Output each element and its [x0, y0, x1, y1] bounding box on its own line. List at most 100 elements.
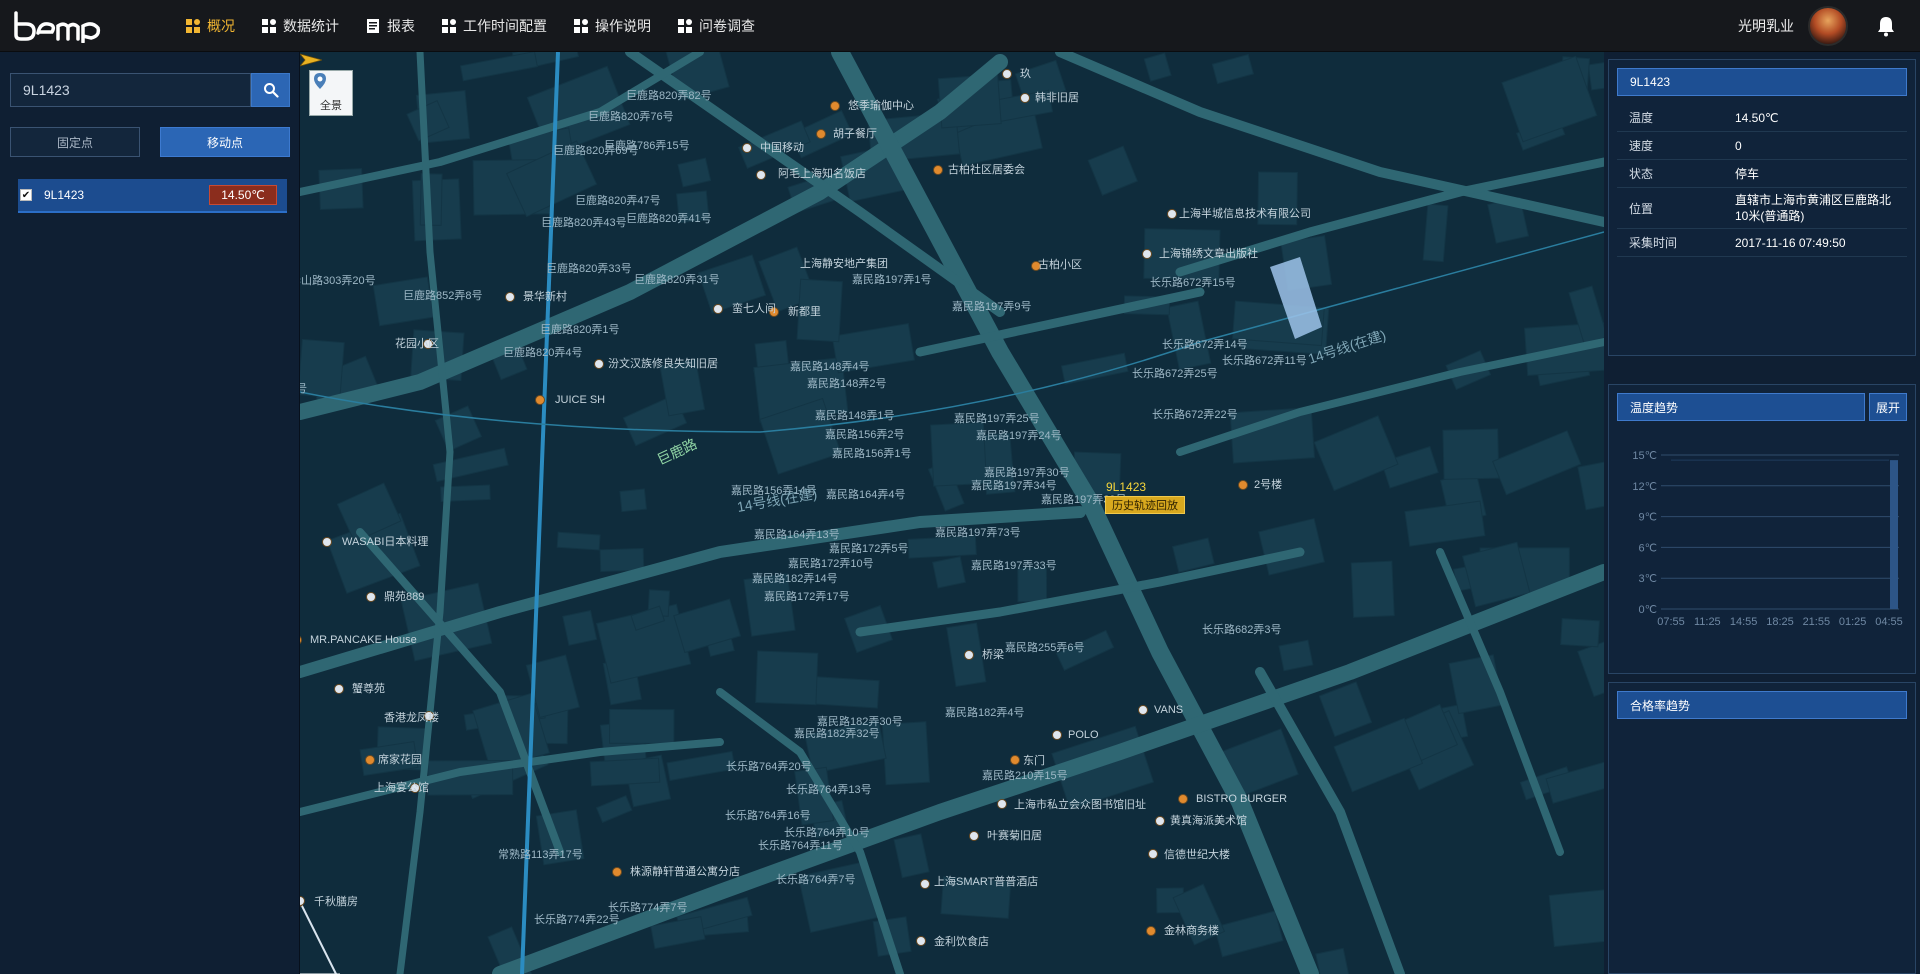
info-value: 停车 [1735, 166, 1760, 181]
map-address-label: 嘉民路156弄2号 [825, 427, 904, 441]
nav-worktime-config[interactable]: 工作时间配置 [428, 0, 560, 52]
poi-label: 玖 [1020, 67, 1031, 80]
map-address-label: 嘉民路210弄15号 [982, 768, 1068, 782]
bemp-logo[interactable] [0, 0, 160, 52]
info-value: 2017-11-16 07:49:50 [1735, 235, 1846, 250]
poi-marker-icon[interactable] [300, 896, 305, 906]
poi-label: 汾文汉族修良失知旧居 [608, 356, 718, 370]
trend-title: 温度趋势 [1617, 393, 1865, 421]
map-address-label: 嘉民路182弄4号 [945, 705, 1024, 719]
poi-marker-icon[interactable] [612, 867, 622, 877]
chart-x-tick-label: 21:55 [1803, 616, 1831, 628]
poi-label: 叶赛菊旧居 [987, 828, 1042, 842]
poi-marker-icon[interactable] [1148, 849, 1158, 859]
poi-marker-icon[interactable] [969, 831, 979, 841]
map-address-label: 嘉民路255弄6号 [1005, 640, 1084, 654]
chart-y-tick-label: 12℃ [1632, 481, 1657, 493]
poi-marker-icon[interactable] [964, 650, 974, 660]
poi-marker-icon[interactable] [830, 101, 840, 111]
vehicle-temp-badge: 14.50℃ [209, 185, 277, 205]
building-block [1350, 560, 1395, 618]
vehicle-arrow-icon[interactable] [300, 52, 322, 68]
vehicle-checkbox[interactable]: ✔ [20, 189, 32, 201]
map-address-label: 巨鹿路820弄33号 [546, 261, 632, 275]
map-address-label: 长乐路682弄3号 [1202, 623, 1281, 636]
poi-marker-icon[interactable] [1142, 249, 1152, 259]
tab-fixed-point[interactable]: 固定点 [10, 127, 140, 157]
vehicle-marker-label: 9L1423 [1106, 480, 1147, 494]
poi-label: 席家花园 [378, 752, 422, 766]
chart-current-bar [1890, 460, 1898, 609]
poi-marker-icon[interactable] [1010, 755, 1020, 765]
map-address-label: 长乐路672弄11号 [1222, 354, 1307, 367]
grid-icon [441, 18, 457, 34]
tab-moving-point[interactable]: 移动点 [160, 127, 290, 157]
map-canvas[interactable]: 巨鹿路820弄82号巨鹿路820弄76号巨鹿路820弄69号巨鹿路786弄15号… [300, 52, 1604, 974]
panorama-button[interactable]: 全景 [309, 70, 353, 116]
poi-label: 中国移动 [760, 141, 804, 154]
poi-marker-icon[interactable] [322, 537, 332, 547]
map-address-label: 嘉民路197弄33号 [971, 558, 1057, 572]
poi-marker-icon[interactable] [997, 799, 1007, 809]
avatar[interactable] [1808, 6, 1848, 46]
map-address-label: 巨鹿路852弄8号 [403, 288, 482, 302]
expand-button[interactable]: 展开 [1869, 393, 1907, 421]
nav-statistics[interactable]: 数据统计 [248, 0, 352, 52]
map-address-label: 巨鹿路820弄1号 [540, 322, 619, 336]
chart-x-tick-label: 04:55 [1875, 616, 1903, 628]
chart-x-tick-label: 18:25 [1766, 616, 1794, 628]
poi-marker-icon[interactable] [1002, 69, 1012, 79]
poi-marker-icon[interactable] [742, 143, 752, 153]
vehicle-name: 9L1423 [44, 188, 85, 202]
poi-marker-icon[interactable] [713, 304, 723, 314]
search-button[interactable] [251, 73, 290, 107]
vehicle-list-item[interactable]: ✔ 9L1423 14.50℃ [18, 179, 287, 213]
search-input[interactable] [10, 73, 251, 107]
poi-marker-icon[interactable] [1167, 209, 1177, 219]
poi-marker-icon[interactable] [594, 359, 604, 369]
poi-marker-icon[interactable] [933, 165, 943, 175]
map-address-label: 长乐路672弄22号 [1152, 408, 1238, 421]
poi-marker-icon[interactable] [1138, 705, 1148, 715]
info-value: 14.50℃ [1735, 110, 1779, 125]
map-address-label: 长乐路764弄11号 [758, 839, 843, 852]
building-block [556, 531, 601, 551]
poi-marker-icon[interactable] [756, 170, 766, 180]
poi-marker-icon[interactable] [334, 684, 344, 694]
poi-marker-icon[interactable] [1146, 926, 1156, 936]
poi-marker-icon[interactable] [1052, 730, 1062, 740]
poi-marker-icon[interactable] [365, 755, 375, 765]
map-address-label: 嘉民路148弄4号 [790, 359, 869, 373]
info-row-collect-time: 采集时间 2017-11-16 07:49:50 [1617, 229, 1907, 257]
point-type-tabs: 固定点 移动点 [10, 127, 290, 157]
nav-report[interactable]: 报表 [352, 0, 428, 52]
info-key: 状态 [1629, 167, 1654, 181]
panorama-label: 全景 [320, 100, 342, 112]
poi-marker-icon[interactable] [366, 592, 376, 602]
nav-instructions-label: 操作说明 [595, 17, 651, 34]
poi-marker-icon[interactable] [1020, 93, 1030, 103]
map-address-label: 长乐路672弄14号 [1162, 338, 1248, 351]
chart-x-tick-label: 01:25 [1839, 616, 1867, 628]
map-view[interactable]: 巨鹿路820弄82号 巨鹿路820弄76号 巨鹿路820弄69号 巨鹿路786弄15号… [300, 52, 1604, 974]
map-address-label: 嘉民路197弄34号 [971, 478, 1057, 492]
poi-marker-icon[interactable] [505, 292, 515, 302]
poi-marker-icon[interactable] [1238, 480, 1248, 490]
nav-instructions[interactable]: 操作说明 [560, 0, 664, 52]
building-block [881, 721, 931, 786]
building-block [1442, 428, 1500, 480]
nav-overview[interactable]: 概况 [172, 0, 248, 52]
map-address-label: 嘉民路182弄14号 [752, 571, 838, 585]
poi-marker-icon[interactable] [816, 129, 826, 139]
poi-marker-icon[interactable] [1178, 794, 1188, 804]
poi-marker-icon[interactable] [920, 879, 930, 889]
poi-marker-icon[interactable] [535, 395, 545, 405]
history-playback-button[interactable]: 历史轨迹回放 [1105, 496, 1185, 514]
poi-label: 上海半城信息技术有限公司 [1179, 206, 1311, 220]
chart-x-tick-label: 14:55 [1730, 616, 1758, 628]
nav-worktime-config-label: 工作时间配置 [463, 17, 547, 34]
poi-marker-icon[interactable] [916, 936, 926, 946]
nav-survey[interactable]: 问卷调查 [664, 0, 768, 52]
bell-icon[interactable] [1866, 6, 1906, 46]
poi-marker-icon[interactable] [1155, 816, 1165, 826]
